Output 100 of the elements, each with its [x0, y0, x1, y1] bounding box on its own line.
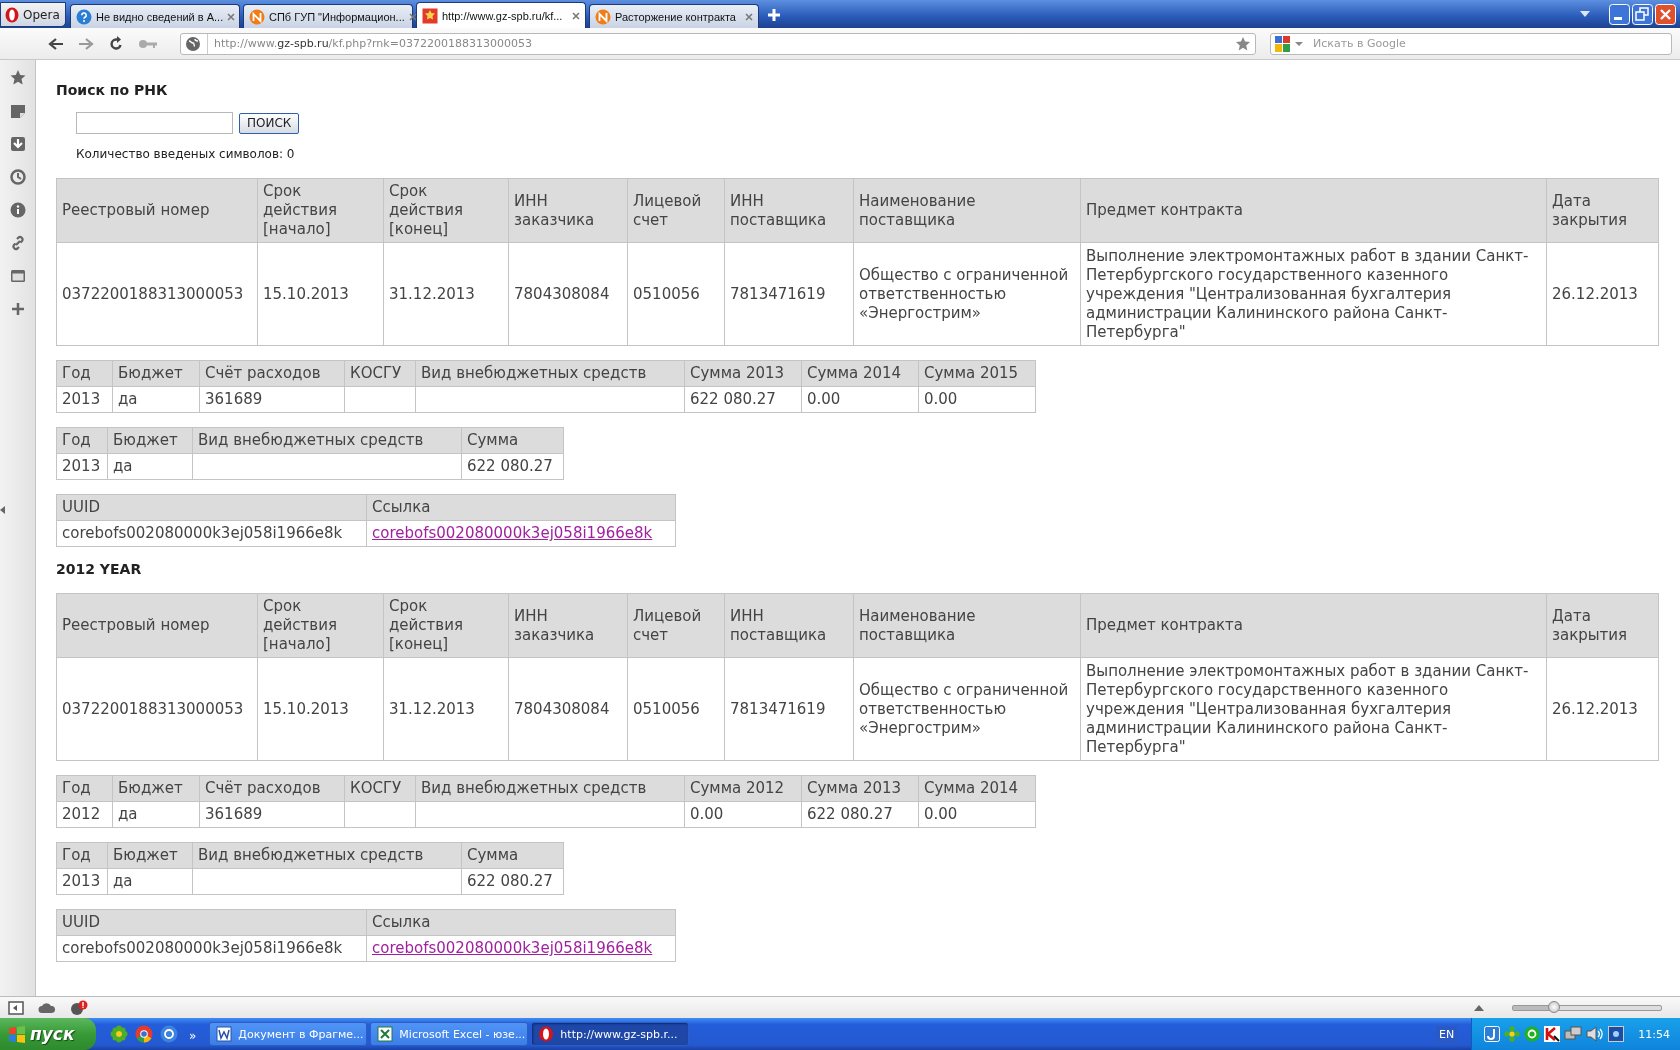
- url-text: http://www.gz-spb.ru/kf.php?rnk=0372200188313000053: [214, 37, 533, 50]
- page-heading: Поиск по РНК: [56, 82, 169, 98]
- column-header: Бюджет: [112, 360, 200, 387]
- table-cell: да: [107, 453, 193, 480]
- table-cell: 622 080.27: [801, 801, 919, 828]
- table-cell: 7804308084: [508, 242, 628, 346]
- close-icon[interactable]: [408, 12, 417, 21]
- column-header: Наименование поставщика: [853, 593, 1081, 658]
- table-cell: 0510056: [627, 657, 725, 761]
- table-cell: Общество с ограниченной ответственностью «Энергострим»: [853, 242, 1081, 346]
- info-icon[interactable]: [9, 202, 26, 218]
- table-cell: 622 080.27: [461, 453, 564, 480]
- browser-tab[interactable]: Расторжение контракта: [589, 4, 759, 28]
- column-header: Срок действия [начало]: [257, 178, 384, 243]
- add-panel-icon[interactable]: [9, 301, 26, 317]
- column-header: Бюджет: [112, 775, 200, 802]
- column-header: Ссылка: [366, 494, 676, 521]
- column-header: Срок действия [конец]: [383, 593, 509, 658]
- table-cell: да: [112, 386, 200, 413]
- note-icon[interactable]: [9, 103, 26, 119]
- table-cell: 2013: [56, 868, 108, 895]
- notification-icon[interactable]: [70, 999, 88, 1016]
- tab-list-icon[interactable]: [1579, 10, 1591, 18]
- table-cell: 26.12.2013: [1546, 242, 1659, 346]
- column-header: Год: [56, 360, 113, 387]
- back-icon[interactable]: [48, 36, 64, 51]
- table-cell: 622 080.27: [461, 868, 564, 895]
- table-cell: 7813471619: [724, 657, 854, 761]
- window-icon[interactable]: [9, 268, 26, 284]
- column-header: Год: [56, 842, 108, 869]
- table-cell: 31.12.2013: [383, 657, 509, 761]
- browser-icon[interactable]: [135, 1025, 153, 1043]
- opera-icon: [538, 1026, 555, 1042]
- column-header: КОСГУ: [344, 775, 416, 802]
- browser-tab[interactable]: Не видно сведений в А...: [70, 4, 240, 28]
- forward-icon[interactable]: [78, 36, 94, 51]
- bookmark-star-icon[interactable]: [1235, 35, 1251, 52]
- opera-menu-button[interactable]: Opera: [0, 2, 66, 27]
- clock-icon[interactable]: [9, 169, 26, 185]
- volume-icon[interactable]: [1586, 1026, 1605, 1042]
- reload-icon[interactable]: [108, 35, 124, 52]
- link-icon[interactable]: [9, 235, 26, 251]
- site-logo-icon: [249, 8, 265, 25]
- download-icon[interactable]: [9, 136, 26, 152]
- panel-toggle-icon[interactable]: [0, 506, 5, 514]
- table-cell: Выполнение электромонтажных работ в здании Санкт-Петербургского государственного казенного учреждения "Централизованная бухгалтерия администрации Калининского района Санкт-Петербурга": [1080, 657, 1547, 761]
- table-cell: Общество с ограниченной ответственностью «Энергострим»: [853, 657, 1081, 761]
- cloud-icon[interactable]: [38, 1001, 56, 1014]
- column-header: Лицевой счет: [627, 178, 725, 243]
- section-heading: 2012 YEAR: [56, 561, 143, 577]
- clock-text: 11:54: [1638, 1027, 1670, 1041]
- tray-app-icon[interactable]: [1608, 1026, 1625, 1042]
- search-field[interactable]: Искать в Google: [1270, 32, 1672, 55]
- column-header: Вид внебюджетных средств: [192, 427, 462, 454]
- search-button[interactable]: ПОИСК: [239, 112, 300, 134]
- opera-icon: [5, 6, 19, 23]
- browser-tab[interactable]: http://www.gz-spb.ru/kf...: [416, 2, 586, 28]
- column-header: Предмет контракта: [1080, 593, 1547, 658]
- input-field[interactable]: [76, 112, 233, 134]
- minimize-icon[interactable]: [1609, 3, 1630, 25]
- column-header: Вид внебюджетных средств: [415, 775, 685, 802]
- taskbar-button[interactable]: http://www.gz-spb.r...: [531, 1022, 690, 1046]
- antivirus-icon[interactable]: [1544, 1026, 1561, 1042]
- search-engine-icon[interactable]: [1275, 35, 1305, 52]
- table-cell: 7813471619: [724, 242, 854, 346]
- new-tab-icon[interactable]: [766, 7, 782, 23]
- table-cell: 0.00: [918, 801, 1036, 828]
- column-header: Ссылка: [366, 909, 676, 936]
- table-cell: 15.10.2013: [257, 657, 384, 761]
- column-header: Год: [56, 775, 113, 802]
- column-header: Вид внебюджетных средств: [415, 360, 685, 387]
- address-bar[interactable]: http://www.gz-spb.ru/kf.php?rnk=0372200188313000053: [180, 32, 1256, 55]
- table-cell: да: [112, 801, 200, 828]
- slider-thumb[interactable]: [1548, 1000, 1561, 1013]
- column-header: КОСГУ: [344, 360, 416, 387]
- column-header: Наименование поставщика: [853, 178, 1081, 243]
- column-header: ИНН поставщика: [724, 178, 854, 243]
- zoom-slider[interactable]: [1512, 1004, 1662, 1011]
- close-icon[interactable]: [572, 11, 580, 20]
- language-indicator[interactable]: EN: [1436, 1025, 1458, 1043]
- star-icon[interactable]: [9, 70, 26, 86]
- table-cell: 0.00: [801, 386, 919, 413]
- table-cell: 622 080.27: [684, 386, 802, 413]
- show-more-icon[interactable]: [1474, 1004, 1484, 1011]
- more-button[interactable]: »: [189, 1029, 197, 1043]
- column-header: Сумма 2013: [684, 360, 802, 387]
- flower-icon[interactable]: [110, 1025, 128, 1043]
- column-header: Предмет контракта: [1080, 178, 1547, 243]
- browser-tab[interactable]: СПб ГУП "Информацион...: [243, 4, 413, 28]
- column-header: ИНН заказчика: [508, 178, 628, 243]
- table-cell: 361689: [199, 801, 345, 828]
- column-header: Бюджет: [107, 842, 193, 869]
- column-header: Реестровый номер: [56, 593, 258, 658]
- panel-toggle-icon[interactable]: [8, 1000, 24, 1015]
- spreadsheet-icon: [377, 1026, 394, 1042]
- column-header: Сумма: [461, 842, 564, 869]
- table-cell: 2012: [56, 801, 113, 828]
- restore-icon[interactable]: [1632, 3, 1653, 25]
- column-header: Бюджет: [107, 427, 193, 454]
- start-button[interactable]: пуск: [0, 1018, 96, 1050]
